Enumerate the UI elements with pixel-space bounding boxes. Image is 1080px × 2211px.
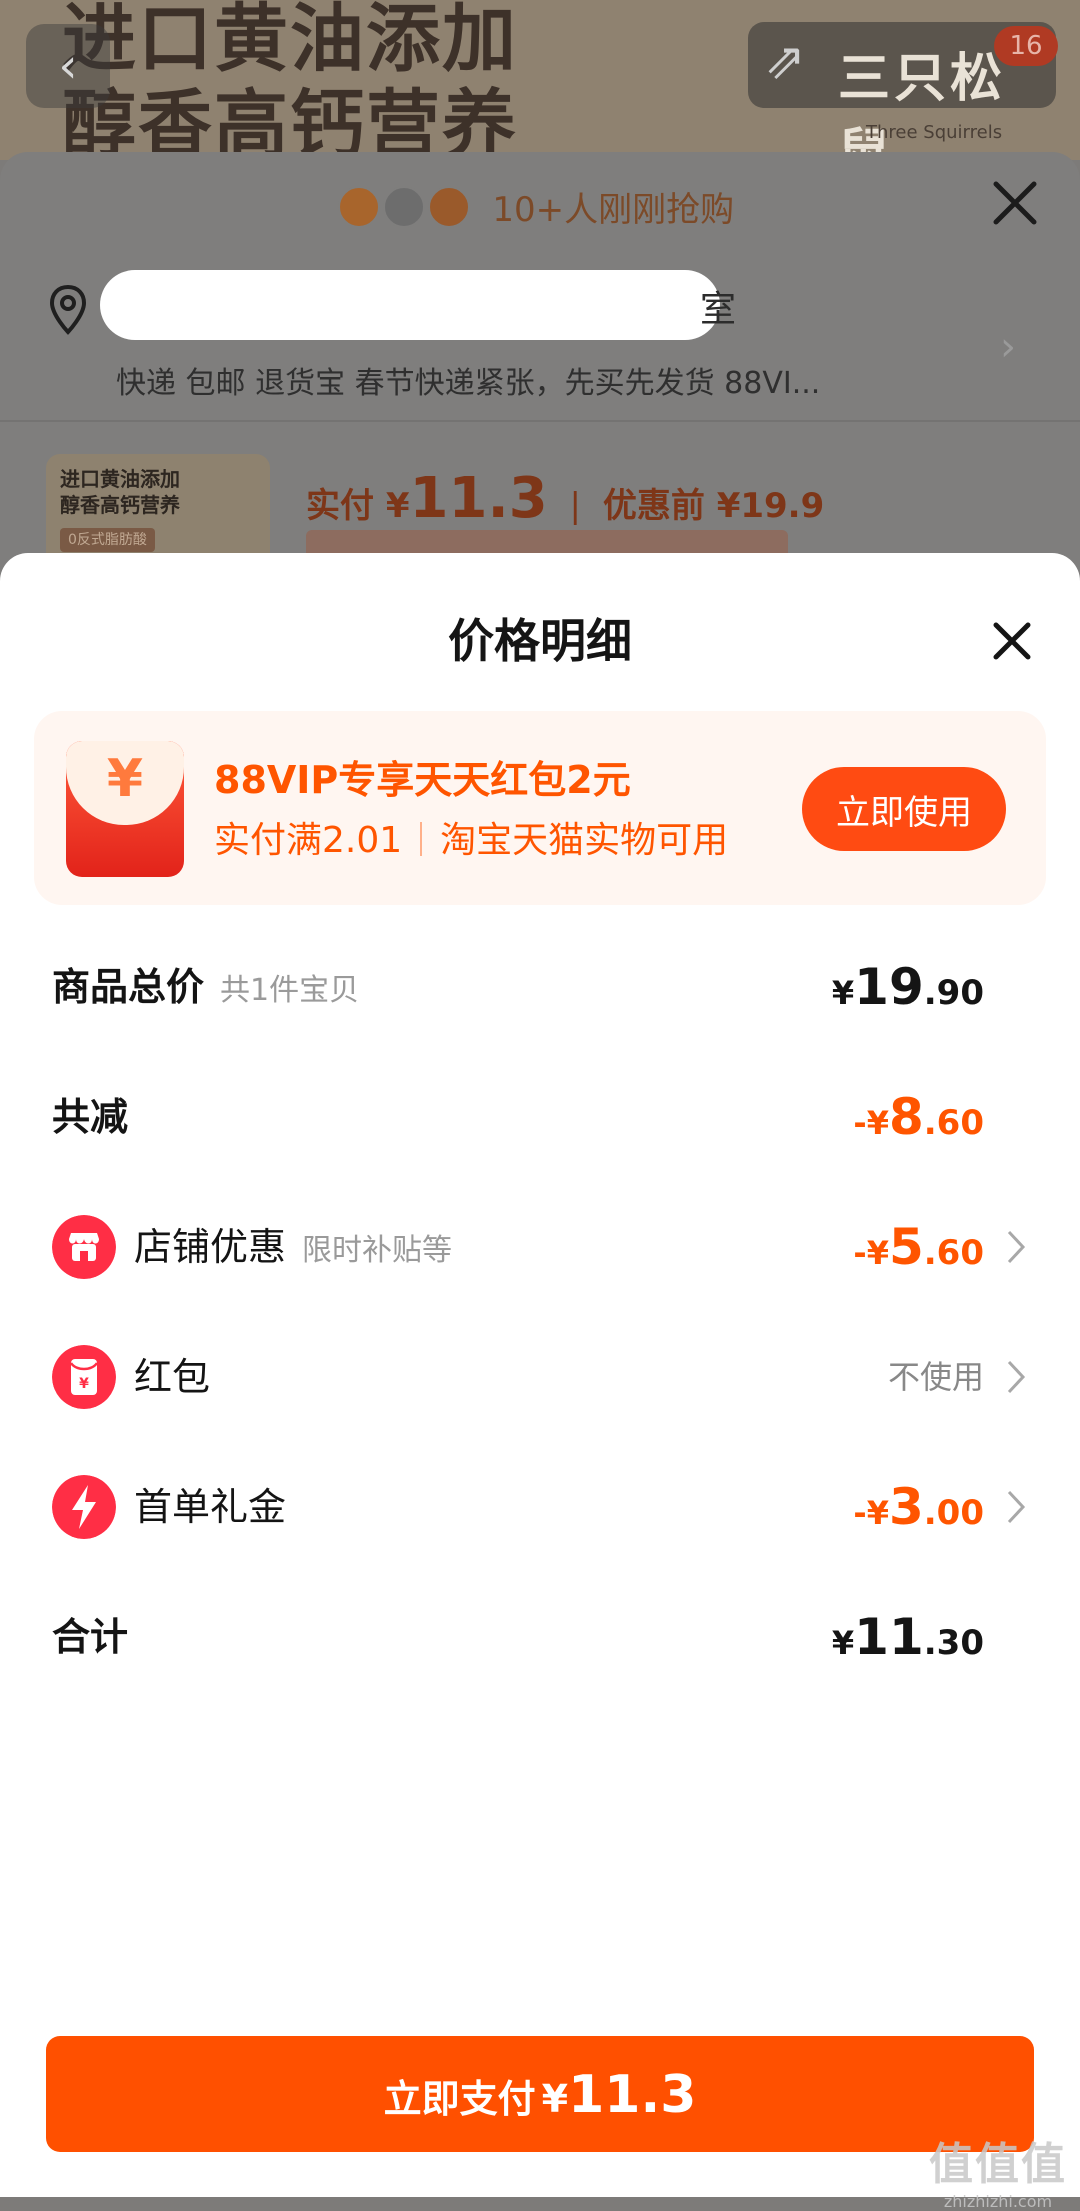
red-envelope-icon: ¥ [66, 741, 184, 877]
total-value: ¥11.30 [831, 1608, 984, 1666]
cart-count-badge: 16 [994, 26, 1058, 66]
vip-red-packet-promo: ¥ 88VIP专享天天红包2元 实付满2.01 淘宝天猫实物可用 立即使用 [34, 711, 1046, 905]
divider [0, 420, 1080, 422]
promo-conditions: 实付满2.01 淘宝天猫实物可用 [214, 811, 728, 863]
shop-discount-label: 店铺优惠 限时补贴等 [134, 1225, 453, 1269]
item-count: 共1件宝贝 [220, 973, 360, 1008]
address-redaction [100, 270, 720, 340]
brand-logo-subtitle: Three Squirrels [866, 122, 1003, 143]
first-order-gift-value: -¥3.00 [853, 1478, 984, 1536]
pay-button-label: 立即支付 [383, 2077, 536, 2121]
pay-currency: ¥ [541, 2077, 569, 2121]
thumbnail-badge: 0反式脂肪酸 [60, 528, 155, 552]
discount-total-value: -¥8.60 [853, 1088, 984, 1146]
thumbnail-slogan: 进口黄油添加 醇香高钙营养 [60, 467, 180, 517]
banner-slogan: 进口黄油添加 醇香高钙营养 [62, 0, 518, 160]
discount-total-label: 共减 [52, 1095, 129, 1139]
delivery-info: 快递 包邮 退货宝 春节快递紧张，先买先发货 88VI... [116, 366, 821, 401]
red-packet-label: 红包 [134, 1355, 211, 1399]
actual-price-label: 实付 [306, 486, 374, 526]
recent-buyers-text: 10+人刚刚抢购 [492, 190, 735, 230]
red-packet-row[interactable]: ¥ 红包 不使用 [0, 1332, 1080, 1422]
recent-buyers-banner: 10+人刚刚抢购 [0, 182, 1080, 237]
promo-title: 88VIP专享天天红包2元 [214, 758, 631, 802]
chevron-right-icon[interactable] [1006, 1229, 1026, 1265]
total-label: 合计 [52, 1615, 129, 1659]
product-banner: 进口黄油添加 醇香高钙营养 ‹ ⇗ 三只松鼠 Three Squirrels 1… [0, 0, 1080, 160]
location-pin-icon [49, 284, 87, 335]
original-price-label: 优惠前 [602, 486, 705, 526]
store-icon [52, 1215, 116, 1279]
close-icon[interactable] [982, 611, 1042, 671]
pay-now-button[interactable]: 立即支付 ¥11.3 [46, 2036, 1034, 2152]
promo-condition: 实付满2.01 [214, 820, 403, 861]
total-row: 合计 ¥11.30 [0, 1592, 1080, 1682]
svg-text:¥: ¥ [79, 1376, 89, 1392]
divider: | [569, 486, 581, 526]
use-now-button[interactable]: 立即使用 [802, 767, 1006, 851]
shop-discount-value: -¥5.60 [853, 1218, 984, 1276]
actual-price-value: 11.3 [409, 466, 548, 531]
shop-discount-hint: 限时补贴等 [302, 1233, 453, 1268]
avatar [337, 186, 380, 228]
discount-total-row: 共减 -¥8.60 [0, 1072, 1080, 1162]
subtotal-row: 商品总价 共1件宝贝 ¥19.90 [0, 942, 1080, 1032]
shop-discount-row[interactable]: 店铺优惠 限时补贴等 -¥5.60 [0, 1202, 1080, 1292]
first-order-gift-label: 首单礼金 [134, 1485, 287, 1529]
promo-scope: 淘宝天猫实物可用 [440, 820, 729, 861]
red-envelope-icon: ¥ [52, 1345, 116, 1409]
lightning-icon [52, 1475, 116, 1539]
avatar [382, 186, 425, 228]
pay-amount: 11.3 [568, 2065, 697, 2125]
yen-icon: ¥ [106, 749, 144, 809]
red-packet-value: 不使用 [887, 1358, 984, 1396]
share-arrow-icon[interactable]: ⇗ [764, 32, 806, 90]
subtotal-label: 商品总价 共1件宝贝 [52, 965, 360, 1009]
price-summary: 实付 ¥11.3 | 优惠前 ¥19.9 [306, 466, 824, 531]
first-order-gift-row[interactable]: 首单礼金 -¥3.00 [0, 1462, 1080, 1552]
chevron-left-icon[interactable]: ‹ [26, 24, 110, 108]
subtotal-value: ¥19.90 [831, 958, 984, 1016]
original-price-value: ¥19.9 [716, 486, 825, 526]
chevron-right-icon[interactable]: › [1000, 324, 1016, 370]
actual-price-currency: ¥ [385, 486, 410, 526]
close-icon[interactable] [990, 178, 1040, 228]
chevron-right-icon[interactable] [1006, 1489, 1026, 1525]
avatar [427, 186, 470, 228]
buyer-avatars [337, 186, 470, 237]
chevron-right-icon[interactable] [1006, 1359, 1026, 1395]
divider [420, 822, 423, 856]
address-text[interactable]: 室 [700, 280, 736, 332]
site-watermark: 值值值 zhizhizhi.com [929, 2139, 1067, 2211]
price-detail-sheet: 价格明细 ¥ 88VIP专享天天红包2元 实付满2.01 淘宝天猫实物可用 立即使… [0, 553, 1080, 2211]
sheet-title: 价格明细 [448, 614, 632, 668]
